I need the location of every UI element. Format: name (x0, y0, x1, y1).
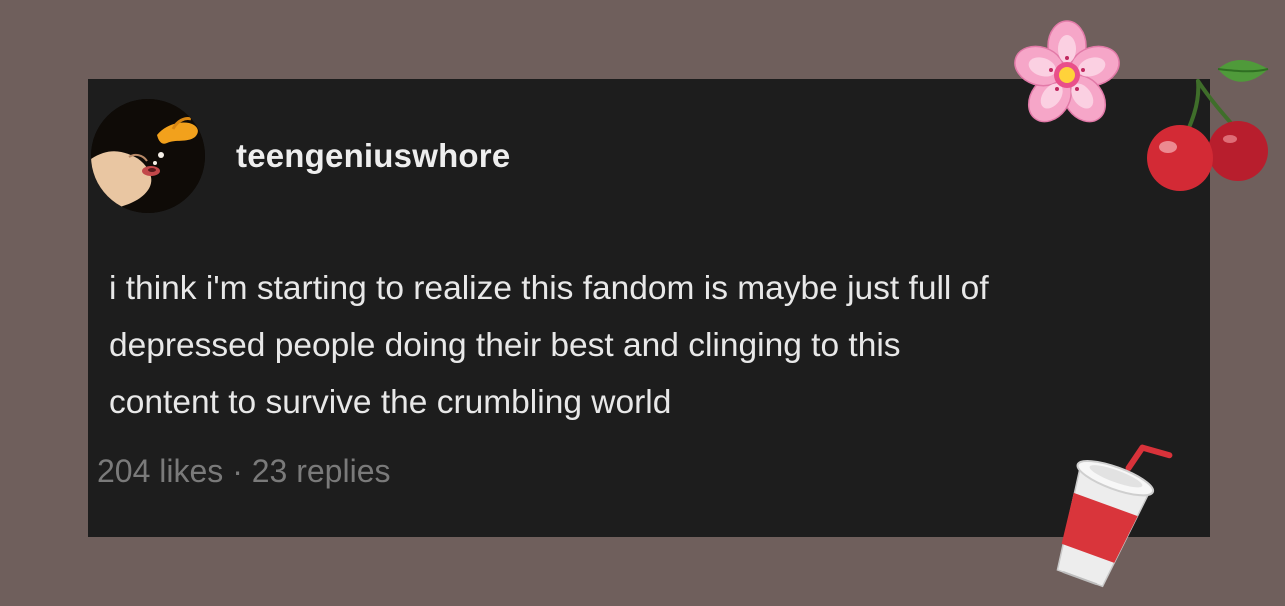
likes-count[interactable]: 204 likes (97, 453, 223, 489)
cherries-icon (1140, 55, 1275, 195)
avatar[interactable] (91, 99, 205, 213)
avatar-image (91, 99, 205, 213)
post-body-line: depressed people doing their best and cl… (109, 327, 901, 364)
drink-cup-icon (1028, 432, 1178, 592)
cherry-blossom-icon (1006, 14, 1128, 136)
post-body-line: i think i'm starting to realize this fan… (109, 270, 989, 307)
meta-separator: · (232, 453, 243, 489)
replies-count[interactable]: 23 replies (252, 453, 391, 489)
username[interactable]: teengeniuswhore (236, 137, 510, 175)
post-body: i think i'm starting to realize this fan… (109, 260, 1204, 431)
post-body-line: content to survive the crumbling world (109, 384, 672, 421)
post-meta: 204 likes · 23 replies (97, 453, 390, 490)
